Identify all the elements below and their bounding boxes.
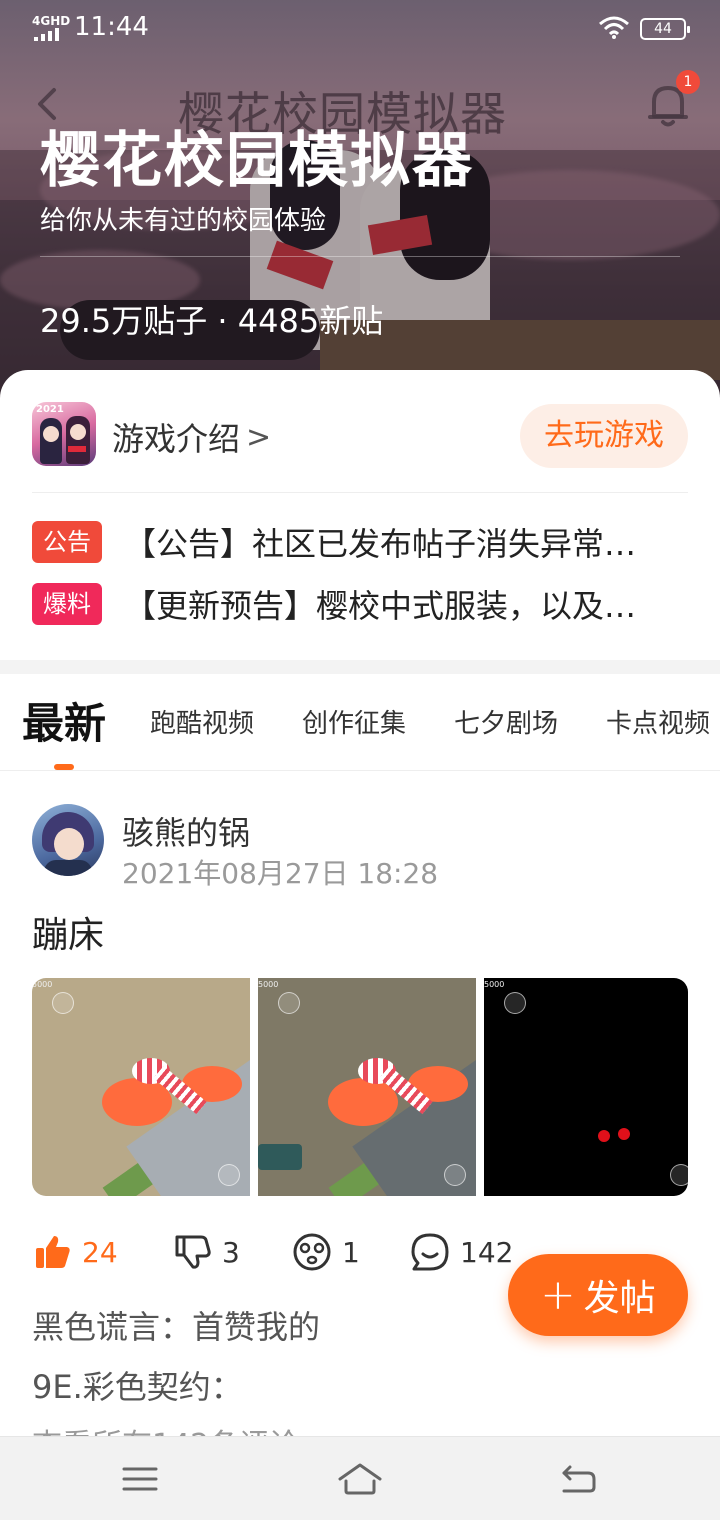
wow-count: 1 (342, 1235, 360, 1269)
tab-creation-contest[interactable]: 创作征集 (302, 674, 406, 770)
car-shape (258, 1144, 302, 1170)
notice-text: 【公告】社区已发布帖子消失异常… (124, 525, 637, 563)
game-intro-link[interactable]: 游戏介绍 > (112, 414, 271, 460)
divider (32, 492, 688, 493)
dislike-button[interactable]: 3 (174, 1230, 240, 1274)
chevron-right-icon: > (246, 419, 272, 455)
wow-reaction-button[interactable]: 1 (292, 1230, 360, 1274)
back-nav-icon[interactable] (558, 1459, 598, 1499)
signal-icon (34, 28, 59, 41)
comment-button[interactable]: 142 (410, 1230, 513, 1274)
notice-item[interactable]: 公告 【公告】社区已发布帖子消失异常… (32, 520, 688, 564)
notice-tag: 公告 (32, 521, 102, 563)
tab-parkour-video[interactable]: 跑酷视频 (150, 674, 254, 770)
new-post-label: 发帖 (583, 1278, 656, 1319)
notice-item[interactable]: 爆料 【更新预告】樱校中式服装，以及… (32, 582, 688, 626)
image-label: 5000 (484, 980, 505, 989)
top-comment[interactable]: 9E.彩色契约： (32, 1362, 243, 1408)
new-post-button[interactable]: + 发帖 (508, 1254, 688, 1336)
top-comment[interactable]: 黑色谎言：首赞我的 (32, 1302, 320, 1348)
community-subtitle: 给你从未有过的校园体验 (40, 206, 327, 236)
status-bar: 4GHD 11:44 44 (0, 0, 720, 56)
divider (40, 256, 680, 257)
comment-count: 142 (460, 1235, 514, 1269)
game-intro-label: 游戏介绍 (112, 420, 241, 458)
image-label: 5000 (258, 980, 279, 989)
game-app-icon[interactable]: 2021 (32, 402, 96, 466)
notification-badge: 1 (676, 70, 700, 94)
thumbs-up-icon (36, 1236, 70, 1268)
image-label: 5000 (32, 980, 53, 989)
network-indicator: 4GHD (32, 14, 71, 28)
notice-tag: 爆料 (32, 583, 102, 625)
system-nav-bar (0, 1436, 720, 1520)
community-stats: 29.5万贴子 · 4485新贴 (40, 302, 384, 340)
home-icon[interactable] (336, 1459, 384, 1499)
tab-bar: 最新 跑酷视频 创作征集 七夕剧场 卡点视频 (0, 674, 720, 770)
comment-icon (411, 1233, 449, 1271)
game-card: 2021 游戏介绍 > 去玩游戏 公告 【公告】社区已发布帖子消失异常… 爆料 … (0, 370, 720, 660)
post-author[interactable]: 骇熊的锅 (122, 808, 250, 854)
divider (0, 770, 720, 771)
tab-latest[interactable]: 最新 (22, 674, 106, 770)
post-image[interactable]: 5000 (258, 978, 476, 1196)
like-count: 24 (82, 1235, 118, 1269)
thumbs-down-icon (175, 1235, 211, 1269)
post-image[interactable]: 5000 (484, 978, 688, 1196)
plus-icon: + (540, 1270, 576, 1319)
post-image[interactable]: 5000 (32, 978, 250, 1196)
surprised-face-icon (293, 1233, 331, 1271)
tab-qixi-theater[interactable]: 七夕剧场 (454, 674, 558, 770)
clock: 11:44 (74, 12, 149, 42)
notice-text: 【更新预告】樱校中式服装，以及… (124, 587, 637, 625)
hero-banner: 4GHD 11:44 44 樱花校园模拟器 1 樱花校园模拟器 给你从未有过的校… (0, 0, 720, 420)
community-title: 樱花校园模拟器 (40, 126, 474, 196)
wifi-icon (599, 16, 629, 39)
post-timestamp: 2021年08月27日 18:28 (122, 857, 439, 890)
battery-icon: 44 (640, 18, 690, 40)
menu-icon[interactable] (120, 1459, 160, 1499)
dislike-count: 3 (222, 1235, 240, 1269)
like-button[interactable]: 24 (34, 1230, 118, 1274)
avatar[interactable] (32, 804, 104, 876)
post-title[interactable]: 蹦床 (32, 906, 104, 958)
game-icon-year: 2021 (36, 404, 64, 415)
section-separator (0, 660, 720, 674)
play-game-button[interactable]: 去玩游戏 (520, 404, 688, 468)
tab-beat-video[interactable]: 卡点视频 (606, 674, 710, 770)
